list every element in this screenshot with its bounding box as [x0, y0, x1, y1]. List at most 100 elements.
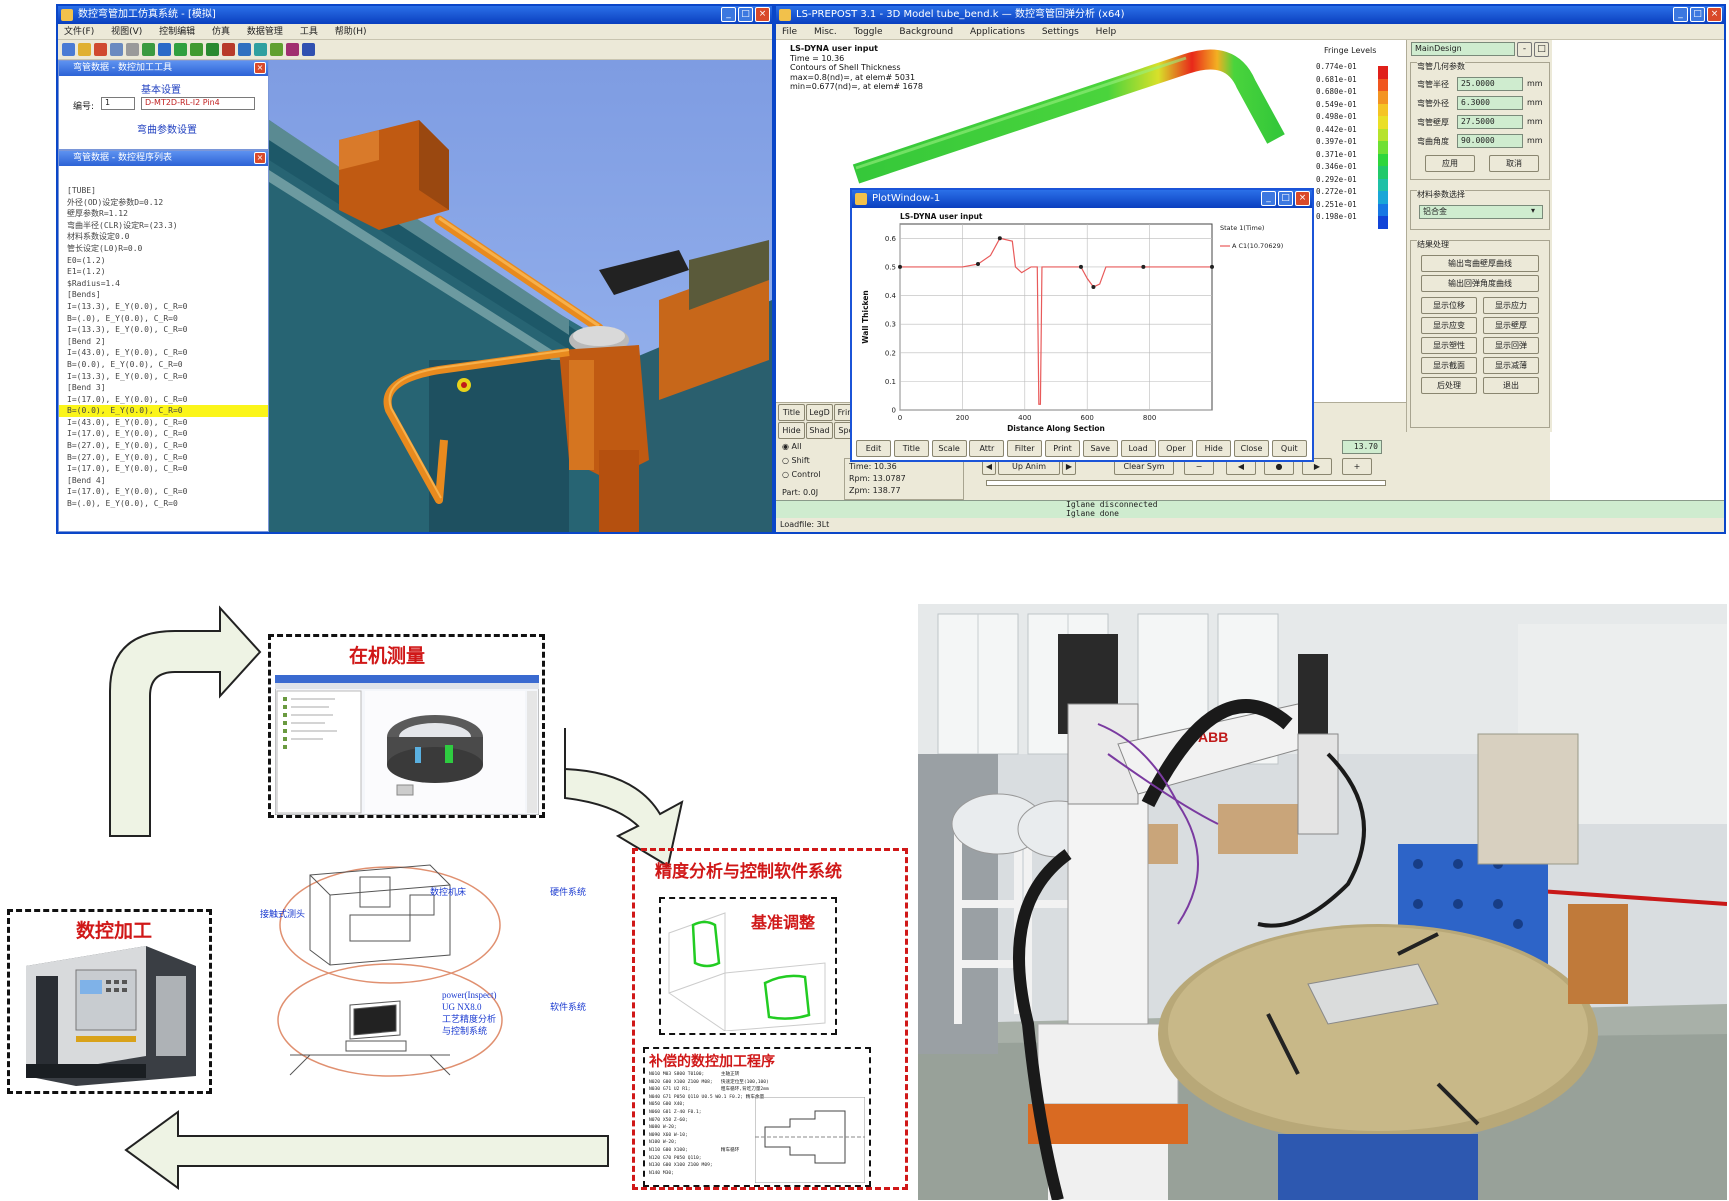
nc-program-line[interactable]: B=(.0), E_Y(0.0), C_R=0	[67, 313, 268, 325]
plot-button[interactable]: Print	[1045, 440, 1080, 457]
geometry-field-input[interactable]: 6.3000	[1457, 96, 1523, 110]
nc-program-line[interactable]: I=(17.0), E_Y(0.0), C_R=0	[67, 463, 268, 475]
fea-titlebar[interactable]: LS-PREPOST 3.1 - 3D Model tube_bend.k — …	[776, 6, 1724, 24]
menu-item[interactable]: 视图(V)	[111, 27, 142, 37]
geometry-field-input[interactable]: 90.0000	[1457, 134, 1523, 148]
value-box[interactable]: 13.70	[1342, 440, 1382, 454]
cad-titlebar[interactable]: 数控弯管加工仿真系统 - [模拟] _ □ ×	[58, 6, 772, 24]
radio-shift[interactable]: ○ Shift	[782, 454, 820, 468]
nc-program-line[interactable]: E1=(1.2)	[67, 266, 268, 278]
plot-button[interactable]: Edit	[856, 440, 891, 457]
toolbar-button[interactable]: Shad	[806, 422, 833, 439]
nc-program-line[interactable]: 管长设定(L0)R=0.0	[67, 243, 268, 255]
result-button[interactable]: 显示应变	[1421, 317, 1477, 334]
nc-program-line[interactable]: 弯曲半径(CLR)设定R=(23.3)	[67, 220, 268, 232]
maximize-button[interactable]: □	[1690, 7, 1705, 22]
radio-control[interactable]: ○ Control	[782, 468, 820, 482]
nc-program-line[interactable]: 材料系数设定0.0	[67, 231, 268, 243]
cad-3d-viewport[interactable]	[269, 60, 772, 532]
nc-program-line[interactable]: [TUBE]	[67, 185, 268, 197]
bend-setting-titlebar[interactable]: 弯管数据 - 数控加工工具 ×	[59, 61, 268, 76]
geometry-field-input[interactable]: 25.0000	[1457, 77, 1523, 91]
nc-program-line[interactable]: I=(43.0), E_Y(0.0), C_R=0	[67, 417, 268, 429]
result-button[interactable]: 退出	[1483, 377, 1539, 394]
plot-titlebar[interactable]: PlotWindow-1 _ □ ×	[852, 190, 1312, 208]
close-button[interactable]: ×	[1295, 191, 1310, 206]
toolbar-pause-icon[interactable]	[206, 43, 219, 56]
menu-item[interactable]: Toggle	[854, 27, 883, 37]
result-button[interactable]: 显示应力	[1483, 297, 1539, 314]
material-combo[interactable]: 铝合金	[1419, 205, 1543, 219]
toolbar-stop-icon[interactable]	[222, 43, 235, 56]
toolbar-step-icon[interactable]	[190, 43, 203, 56]
plot-button[interactable]: Save	[1082, 440, 1118, 457]
toolbar-zoom-icon[interactable]	[254, 43, 267, 56]
apply-button[interactable]: 应用	[1425, 155, 1475, 172]
toolbar-run-icon[interactable]	[174, 43, 187, 56]
menu-item[interactable]: 工具	[300, 27, 318, 37]
toolbar-open-icon[interactable]	[78, 43, 91, 56]
menu-item[interactable]: Background	[899, 27, 953, 37]
minimize-button[interactable]: _	[1673, 7, 1688, 22]
panel-min-button[interactable]: -	[1517, 42, 1532, 57]
number-input[interactable]: 1	[101, 97, 135, 110]
nc-program-line[interactable]: I=(13.3), E_Y(0.0), C_R=0	[67, 301, 268, 313]
toolbar-print-icon[interactable]	[110, 43, 123, 56]
nc-program-line[interactable]: I=(43.0), E_Y(0.0), C_R=0	[67, 347, 268, 359]
thickness-chart[interactable]: 0 200 400 600 800 0 0.1 0.2 0.3 0.4 0.5 0.6 LS-DYNA …	[852, 208, 1312, 440]
plot-button[interactable]: Hide	[1196, 440, 1232, 457]
menu-item[interactable]: 文件(F)	[64, 27, 94, 37]
toolbar-rotate-icon[interactable]	[238, 43, 251, 56]
nc-program-line[interactable]: E0=(1.2)	[67, 255, 268, 267]
plot-button[interactable]: Attr	[969, 440, 1005, 457]
nc-program-line[interactable]: [Bend 3]	[67, 382, 268, 394]
menu-item[interactable]: 控制编辑	[159, 27, 195, 37]
menu-item[interactable]: Settings	[1042, 27, 1079, 37]
plot-button[interactable]: Oper	[1158, 440, 1194, 457]
plot-button[interactable]: Scale	[931, 440, 967, 457]
nc-program-line[interactable]: B=(27.0), E_Y(0.0), C_R=0	[67, 452, 268, 464]
plot-button[interactable]: Close	[1234, 440, 1269, 457]
nc-program-line[interactable]: $Radius=1.4	[67, 278, 268, 290]
animation-slider[interactable]	[986, 480, 1386, 486]
result-button[interactable]: 显示截面	[1421, 357, 1477, 374]
nc-program-line[interactable]: B=(27.0), E_Y(0.0), C_R=0	[67, 440, 268, 452]
nc-program-line[interactable]: I=(17.0), E_Y(0.0), C_R=0	[67, 486, 268, 498]
nc-program-line[interactable]: [Bends]	[67, 289, 268, 301]
nc-program-line[interactable]: [Bend 2]	[67, 336, 268, 348]
menu-item[interactable]: Applications	[970, 27, 1025, 37]
toolbar-cut-icon[interactable]	[126, 43, 139, 56]
nc-program-line[interactable]: I=(17.0), E_Y(0.0), C_R=0	[67, 394, 268, 406]
close-icon[interactable]: ×	[254, 152, 266, 164]
nc-program-line[interactable]: [Bend 4]	[67, 475, 268, 487]
nc-program-line[interactable]: B=(.0), E_Y(0.0), C_R=0	[67, 498, 268, 510]
geometry-field-input[interactable]: 27.5000	[1457, 115, 1523, 129]
menu-item[interactable]: 帮助(H)	[335, 27, 367, 37]
nc-program-line[interactable]: I=(13.3), E_Y(0.0), C_R=0	[67, 371, 268, 383]
plot-button[interactable]: Load	[1120, 440, 1156, 457]
nc-program-line[interactable]: I=(17.0), E_Y(0.0), C_R=0	[67, 428, 268, 440]
toolbar-fit-icon[interactable]	[286, 43, 299, 56]
result-button[interactable]: 显示壁厚	[1483, 317, 1539, 334]
toolbar-button[interactable]: Hide	[778, 422, 805, 439]
menu-item[interactable]: Misc.	[814, 27, 837, 37]
close-icon[interactable]: ×	[254, 62, 266, 74]
toolbar-pan-icon[interactable]	[270, 43, 283, 56]
part-name-input[interactable]: D-MT2D-RL-I2 Pin4	[141, 97, 255, 110]
toolbar-new-icon[interactable]	[62, 43, 75, 56]
nc-program-line[interactable]: B=(0.0), E_Y(0.0), C_R=0	[59, 405, 268, 417]
output-springback-button[interactable]: 输出回弹角度曲线	[1421, 275, 1539, 292]
menu-item[interactable]: File	[782, 27, 797, 37]
plot-button[interactable]: Title	[893, 440, 929, 457]
toolbar-button[interactable]: Title	[778, 404, 805, 421]
menu-item[interactable]: 数据管理	[247, 27, 283, 37]
nc-program-line[interactable]: B=(0.0), E_Y(0.0), C_R=0	[67, 359, 268, 371]
maximize-button[interactable]: □	[738, 7, 753, 22]
nc-program-list[interactable]: [TUBE] 外径(OD)设定参数D=0.12 壁厚参数R=1.12 弯曲半径(CLR…	[59, 182, 268, 510]
close-button[interactable]: ×	[1707, 7, 1722, 22]
tube-contour-view[interactable]	[836, 44, 1316, 204]
nc-program-line[interactable]: I=(13.3), E_Y(0.0), C_R=0	[67, 324, 268, 336]
toolbar-paste-icon[interactable]	[158, 43, 171, 56]
output-thickness-button[interactable]: 输出弯曲壁厚曲线	[1421, 255, 1539, 272]
nc-program-line[interactable]: 外径(OD)设定参数D=0.12	[67, 197, 268, 209]
